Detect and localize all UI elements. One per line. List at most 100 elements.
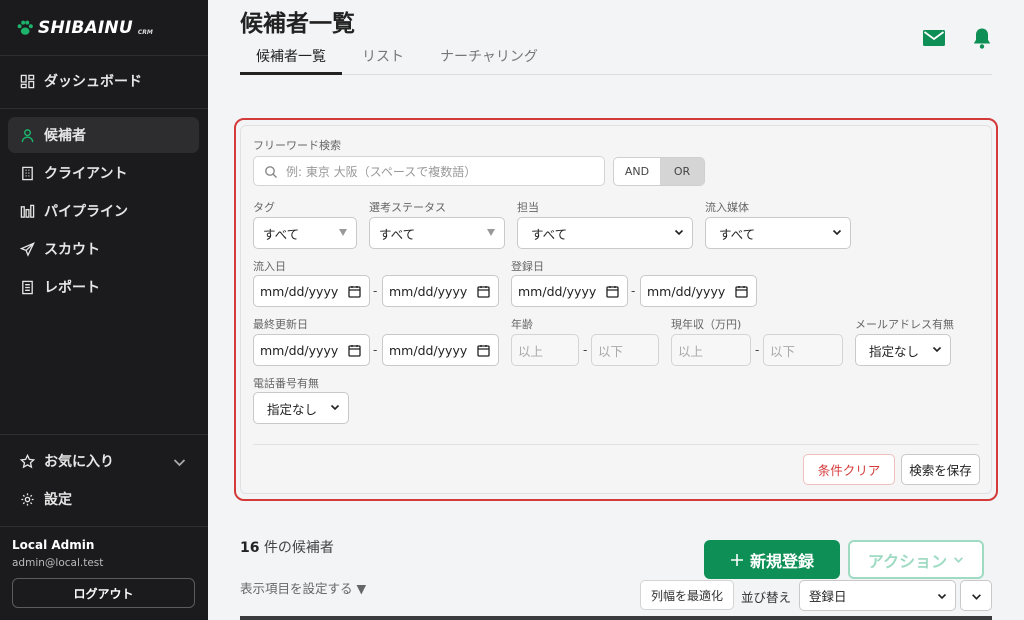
inflow-date-to[interactable]: mm/dd/yyyy xyxy=(382,275,499,307)
phone-exists-select[interactable]: 指定なし xyxy=(253,392,349,424)
inflow-date-from[interactable]: mm/dd/yyyy xyxy=(253,275,370,307)
tab-nurturing[interactable]: ナーチャリング xyxy=(440,46,538,66)
email-exists-select[interactable]: 指定なし xyxy=(855,334,951,366)
brand-sub: CRM xyxy=(137,29,153,36)
sort-select-value: 登録日 xyxy=(809,589,847,604)
dashboard-icon xyxy=(20,74,35,88)
paw-icon xyxy=(17,20,33,35)
plus-icon xyxy=(730,553,743,566)
logout-button[interactable]: ログアウト xyxy=(12,578,195,608)
calendar-icon[interactable] xyxy=(735,285,748,298)
sidebar-item-favorites[interactable]: お気に入り xyxy=(8,443,199,479)
phone-exists-label: 電話番号有無 xyxy=(253,377,319,390)
calendar-icon[interactable] xyxy=(348,344,361,357)
reg-date-from[interactable]: mm/dd/yyyy xyxy=(511,275,628,307)
report-icon xyxy=(22,280,33,294)
sidebar-item-label: スカウト xyxy=(44,242,100,258)
reg-date-to[interactable]: mm/dd/yyyy xyxy=(640,275,757,307)
sidebar-item-label: 設定 xyxy=(44,492,72,508)
and-or-toggle[interactable]: AND OR xyxy=(613,157,705,186)
income-min-input[interactable]: 以上 xyxy=(671,334,751,366)
new-candidate-button[interactable]: 新規登録 xyxy=(704,540,840,579)
status-select[interactable]: すべて xyxy=(369,217,505,249)
sidebar-item-dashboard[interactable]: ダッシュボード xyxy=(8,63,199,99)
user-name: Local Admin xyxy=(12,538,95,552)
freeword-input[interactable] xyxy=(286,161,596,183)
star-icon xyxy=(20,453,35,468)
calendar-icon[interactable] xyxy=(477,344,490,357)
tag-select[interactable]: すべて xyxy=(253,217,357,249)
action-menu-label: アクション xyxy=(867,551,948,571)
sidebar-item-clients[interactable]: クライアント xyxy=(8,155,199,191)
chevron-down-icon xyxy=(173,459,186,467)
owner-select-value: すべて xyxy=(531,226,568,242)
sidebar-item-report[interactable]: レポート xyxy=(8,269,199,305)
chevron-down-icon xyxy=(954,557,964,563)
bell-icon[interactable] xyxy=(970,26,994,50)
active-tab-indicator xyxy=(240,72,342,75)
sort-select[interactable]: 登録日 xyxy=(799,580,956,611)
age-max-input[interactable]: 以下 xyxy=(591,334,659,366)
result-count: 16 件の候補者 xyxy=(240,537,334,557)
range-dash: - xyxy=(373,284,378,298)
sidebar-item-label: お気に入り xyxy=(44,454,114,470)
search-icon xyxy=(265,166,277,178)
income-max-input[interactable]: 以下 xyxy=(763,334,843,366)
source-label: 流入媒体 xyxy=(705,201,749,214)
freeword-search[interactable] xyxy=(253,156,605,186)
sidebar-item-label: 候補者 xyxy=(44,128,86,144)
calendar-icon[interactable] xyxy=(477,285,490,298)
chevron-down-icon xyxy=(832,229,842,236)
reg-date-label: 登録日 xyxy=(511,260,544,273)
send-icon xyxy=(20,241,35,257)
sidebar-divider xyxy=(0,55,208,56)
tab-list[interactable]: リスト xyxy=(362,46,404,66)
result-count-suffix: 件の候補者 xyxy=(259,540,334,556)
range-dash: - xyxy=(583,343,588,357)
brand-logo[interactable]: SHIBAINU CRM xyxy=(16,16,153,40)
triangle-down-icon xyxy=(487,229,495,236)
phone-exists-value: 指定なし xyxy=(267,401,318,417)
range-dash: - xyxy=(631,284,636,298)
sidebar-item-pipeline[interactable]: パイプライン xyxy=(8,193,199,229)
freeword-label: フリーワード検索 xyxy=(253,139,341,152)
action-menu-button[interactable]: アクション xyxy=(848,540,984,579)
bar-chart-icon xyxy=(20,204,35,218)
source-select[interactable]: すべて xyxy=(705,217,851,249)
table-header-strip xyxy=(240,616,992,620)
updated-to[interactable]: mm/dd/yyyy xyxy=(382,334,499,366)
age-label: 年齢 xyxy=(511,318,533,331)
range-dash: - xyxy=(373,343,378,357)
date-placeholder: mm/dd/yyyy xyxy=(260,342,339,358)
clear-conditions-button[interactable]: 条件クリア xyxy=(803,454,895,485)
range-dash: - xyxy=(755,343,760,357)
sort-direction-button[interactable] xyxy=(960,580,992,611)
calendar-icon[interactable] xyxy=(606,285,619,298)
sidebar-item-scout[interactable]: スカウト xyxy=(8,231,199,267)
owner-select[interactable]: すべて xyxy=(517,217,693,249)
sidebar-item-label: レポート xyxy=(44,280,100,296)
date-placeholder: mm/dd/yyyy xyxy=(260,283,339,299)
sidebar-item-settings[interactable]: 設定 xyxy=(8,481,199,517)
sidebar-item-label: ダッシュボード xyxy=(44,74,142,90)
calendar-icon[interactable] xyxy=(348,285,361,298)
income-label: 現年収（万円) xyxy=(671,318,742,331)
fit-columns-button[interactable]: 列幅を最適化 xyxy=(640,580,734,610)
page-title: 候補者一覧 xyxy=(240,11,355,37)
and-option[interactable]: AND xyxy=(614,158,660,185)
gear-icon xyxy=(21,492,34,506)
updated-from[interactable]: mm/dd/yyyy xyxy=(253,334,370,366)
tab-candidate-list[interactable]: 候補者一覧 xyxy=(256,46,326,66)
column-settings-link[interactable]: 表示項目を設定する ▼ xyxy=(240,578,366,597)
inflow-date-label: 流入日 xyxy=(253,260,286,273)
triangle-down-icon xyxy=(339,229,347,236)
email-exists-label: メールアドレス有無 xyxy=(855,318,954,331)
sidebar-item-candidates[interactable]: 候補者 xyxy=(8,117,199,153)
mail-icon[interactable] xyxy=(922,26,946,50)
updated-label: 最終更新日 xyxy=(253,318,308,331)
age-min-input[interactable]: 以上 xyxy=(511,334,579,366)
email-exists-value: 指定なし xyxy=(869,343,920,359)
save-search-button[interactable]: 検索を保存 xyxy=(901,454,980,485)
or-option[interactable]: OR xyxy=(660,158,704,185)
tag-label: タグ xyxy=(253,201,275,214)
